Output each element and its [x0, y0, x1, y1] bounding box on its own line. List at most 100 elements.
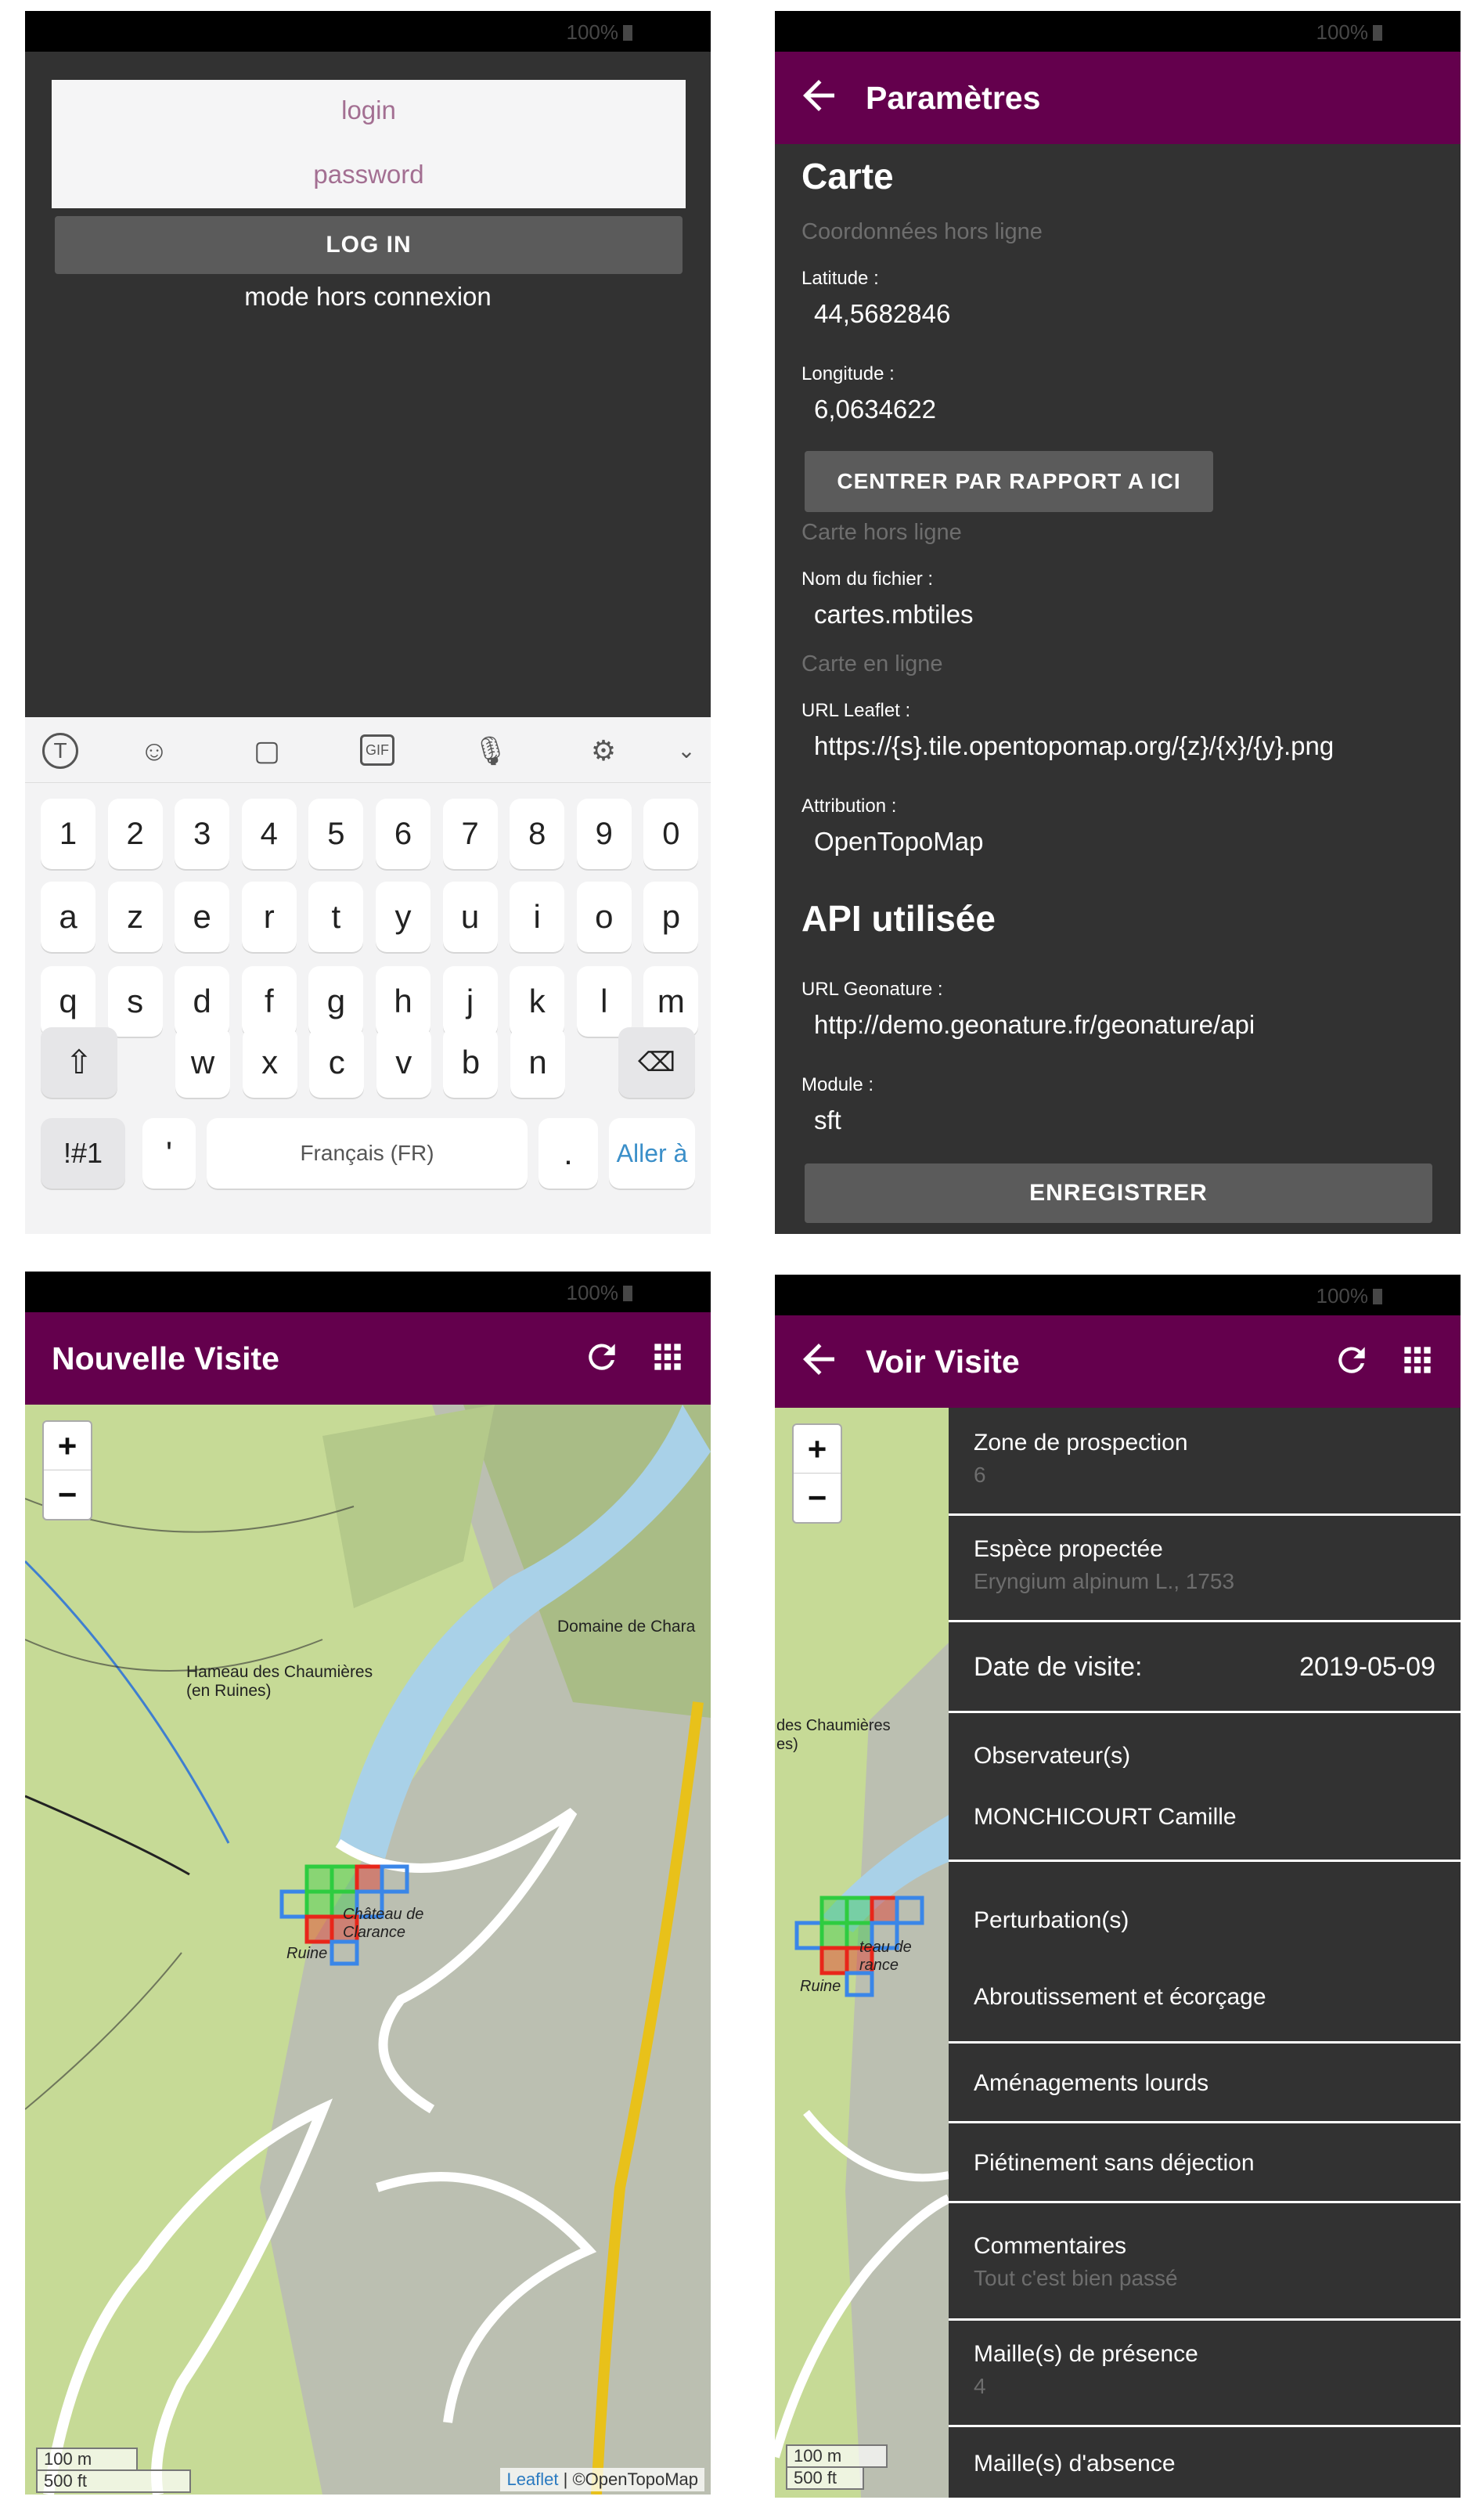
detail-espece: Espèce propectée Eryngium alpinum L., 17… — [949, 1516, 1461, 1622]
refresh-icon[interactable] — [582, 1337, 621, 1376]
key-d[interactable]: d — [175, 966, 230, 1037]
key-1[interactable]: 1 — [41, 799, 95, 869]
map-label-chateau: Château de Clarance — [343, 1906, 424, 1941]
perturbations-label: Perturbation(s) — [974, 1907, 1129, 1933]
map-view[interactable]: + − Hameau des Chaumières (en Ruines) Do… — [25, 1405, 711, 2495]
key-m[interactable]: m — [643, 966, 699, 1037]
key-4[interactable]: 4 — [241, 799, 297, 869]
back-arrow-icon[interactable] — [795, 1336, 842, 1383]
map-view[interactable]: + − des Chaumières es) teau de rance Rui… — [775, 1408, 949, 2498]
key-3[interactable]: 3 — [175, 799, 230, 869]
symbols-key[interactable]: !#1 — [41, 1118, 125, 1189]
key-5[interactable]: 5 — [308, 799, 364, 869]
longitude-label: Longitude : — [801, 363, 895, 384]
map-label-ruine: Ruine — [286, 1945, 328, 1962]
space-key[interactable]: Français (FR) — [207, 1118, 528, 1189]
key-s[interactable]: s — [107, 966, 163, 1037]
detail-absence: Maille(s) d'absence — [949, 2427, 1461, 2498]
map-label-domaine: Domaine de Chara — [557, 1618, 696, 1636]
leaflet-url-label: URL Leaflet : — [801, 700, 911, 721]
battery-indicator: 100% — [1317, 20, 1383, 45]
key-k[interactable]: k — [510, 966, 565, 1037]
backspace-key[interactable]: ⌫ — [618, 1027, 695, 1098]
battery-indicator: 100% — [1317, 1284, 1383, 1308]
geonature-url-field[interactable]: http://demo.geonature.fr/geonature/api — [814, 1010, 1255, 1040]
login-input[interactable]: login — [52, 96, 686, 125]
settings-gear-icon[interactable]: ⚙ — [584, 731, 623, 770]
map-label-chateau: teau de rance — [859, 1939, 912, 1974]
key-b[interactable]: b — [443, 1027, 499, 1098]
perturbation-item: Piétinement sans déjection — [974, 2150, 1255, 2176]
module-field[interactable]: sft — [814, 1106, 841, 1135]
back-arrow-icon[interactable] — [795, 72, 842, 119]
key-c[interactable]: c — [309, 1027, 365, 1098]
zoom-out-button[interactable]: − — [794, 1474, 841, 1522]
key-j[interactable]: j — [442, 966, 498, 1037]
text-mode-icon[interactable]: T — [42, 733, 78, 769]
longitude-field[interactable]: 6,0634622 — [814, 395, 936, 424]
latitude-field[interactable]: 44,5682846 — [814, 299, 950, 329]
key-v[interactable]: v — [376, 1027, 431, 1098]
key-7[interactable]: 7 — [442, 799, 498, 869]
refresh-icon[interactable] — [1332, 1340, 1371, 1380]
key-g[interactable]: g — [308, 966, 364, 1037]
center-here-button[interactable]: CENTRER PAR RAPPORT A ICI — [805, 451, 1213, 512]
zoom-control: + − — [792, 1423, 842, 1524]
app-bar: Nouvelle Visite — [25, 1312, 711, 1405]
grid-menu-icon[interactable] — [648, 1337, 687, 1376]
key-e[interactable]: e — [175, 882, 230, 952]
key-y[interactable]: y — [376, 882, 430, 952]
grid-menu-icon[interactable] — [1398, 1340, 1437, 1380]
apostrophe-key[interactable]: ' — [142, 1118, 196, 1189]
microphone-icon[interactable]: 🎙 — [471, 731, 510, 770]
period-key[interactable]: . — [538, 1118, 598, 1189]
geonature-url-label: URL Geonature : — [801, 979, 943, 1000]
offline-mode-link[interactable]: mode hors connexion — [25, 282, 711, 312]
password-input[interactable]: password — [52, 160, 686, 189]
absence-label: Maille(s) d'absence — [974, 2451, 1176, 2477]
key-u[interactable]: u — [442, 882, 498, 952]
status-bar: 100% — [25, 11, 711, 52]
shift-key[interactable]: ⇧ — [41, 1027, 117, 1098]
login-button[interactable]: LOG IN — [55, 216, 683, 274]
key-8[interactable]: 8 — [510, 799, 565, 869]
zoom-in-button[interactable]: + — [44, 1422, 91, 1470]
leaflet-url-field[interactable]: https://{s}.tile.opentopomap.org/{z}/{x}… — [814, 731, 1334, 761]
key-i[interactable]: i — [510, 882, 565, 952]
perturbation-item: Abroutissement et écorçage — [974, 1984, 1266, 2010]
zoom-in-button[interactable]: + — [794, 1425, 841, 1474]
zoom-out-button[interactable]: − — [44, 1470, 91, 1519]
attribution-field[interactable]: OpenTopoMap — [814, 827, 983, 857]
key-a[interactable]: a — [41, 882, 95, 952]
key-q[interactable]: q — [41, 966, 95, 1037]
scale-meters: 100 m — [36, 2448, 138, 2471]
chevron-down-icon[interactable]: ⌄ — [667, 731, 706, 770]
go-key[interactable]: Aller à — [609, 1118, 695, 1189]
page-title: Nouvelle Visite — [52, 1340, 279, 1376]
key-r[interactable]: r — [241, 882, 297, 952]
key-t[interactable]: t — [308, 882, 364, 952]
key-f[interactable]: f — [241, 966, 297, 1037]
key-6[interactable]: 6 — [376, 799, 430, 869]
key-n[interactable]: n — [510, 1027, 565, 1098]
key-o[interactable]: o — [576, 882, 632, 952]
keyboard: T ☺ ▢ GIF 🎙 ⚙ ⌄ 1234567890 azertyuiop qsdf… — [25, 717, 711, 1234]
gif-icon[interactable]: GIF — [360, 734, 394, 766]
new-visit-screen: 100% Nouvelle Visite + − Hameau des Chau… — [25, 1272, 711, 2495]
key-l[interactable]: l — [576, 966, 632, 1037]
map-label-ruine: Ruine — [800, 1978, 841, 1995]
save-button[interactable]: ENREGISTRER — [805, 1163, 1432, 1223]
sticker-icon[interactable]: ▢ — [247, 731, 286, 770]
key-w[interactable]: w — [175, 1027, 230, 1098]
leaflet-link[interactable]: Leaflet — [506, 2469, 558, 2489]
key-2[interactable]: 2 — [107, 799, 163, 869]
emoji-icon[interactable]: ☺ — [135, 731, 174, 770]
key-0[interactable]: 0 — [643, 799, 699, 869]
key-x[interactable]: x — [242, 1027, 297, 1098]
filename-field[interactable]: cartes.mbtiles — [814, 600, 974, 630]
key-z[interactable]: z — [107, 882, 163, 952]
key-9[interactable]: 9 — [576, 799, 632, 869]
key-h[interactable]: h — [376, 966, 430, 1037]
perturbation-item: Aménagements lourds — [974, 2070, 1209, 2096]
key-p[interactable]: p — [643, 882, 699, 952]
